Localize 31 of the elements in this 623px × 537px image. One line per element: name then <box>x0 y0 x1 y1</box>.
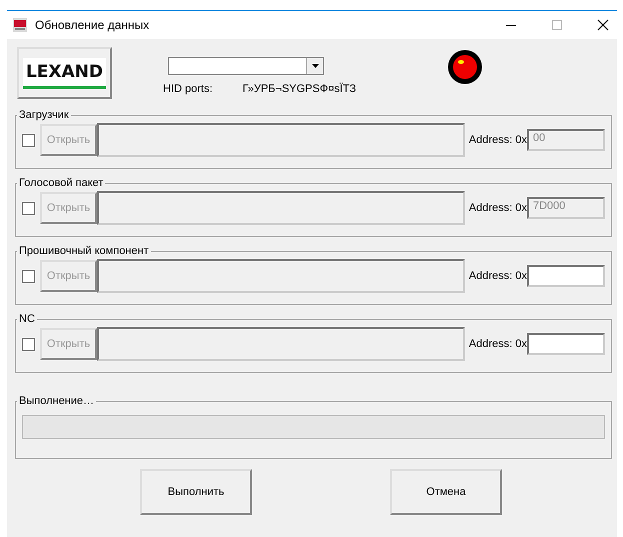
address-field[interactable] <box>527 265 605 287</box>
address-label: Address: 0x <box>468 202 527 214</box>
caret-icon <box>312 64 318 68</box>
device-name: Г»УРБ¬SYGPSФ¤sЇТЗ <box>242 83 356 95</box>
dialog-button[interactable]: Выполнить <box>140 469 252 515</box>
app-icon <box>13 18 27 32</box>
logo-button[interactable]: LEXAND <box>17 47 112 99</box>
dialog-button[interactable]: Отмена <box>390 469 502 515</box>
file-path-field[interactable] <box>97 191 465 225</box>
port-label: HID ports: <box>163 83 213 95</box>
section-title: NC <box>18 313 36 325</box>
brand-logo: LEXAND <box>22 58 106 88</box>
checkbox[interactable] <box>22 338 35 350</box>
window-title: Обновление данных <box>35 18 150 32</box>
checkbox[interactable] <box>22 134 35 146</box>
port-dropdown[interactable] <box>168 57 324 75</box>
address-label: Address: 0x <box>468 270 527 282</box>
status-led-icon <box>446 48 484 86</box>
file-path-field[interactable] <box>97 259 465 293</box>
section-title: Загрузчик <box>18 109 70 121</box>
checkbox[interactable] <box>22 202 35 214</box>
address-label: Address: 0x <box>468 134 527 146</box>
file-path-field[interactable] <box>97 123 465 157</box>
checkbox[interactable] <box>22 270 35 282</box>
file-path-field[interactable] <box>97 327 465 361</box>
section-title: Голосовой пакет <box>18 177 104 189</box>
section-title: Прошивочный компонент <box>18 245 150 257</box>
close-icon[interactable] <box>597 19 609 31</box>
address-field[interactable] <box>527 333 605 355</box>
address-label: Address: 0x <box>468 338 527 350</box>
progress-title: Выполнение… <box>18 395 96 407</box>
